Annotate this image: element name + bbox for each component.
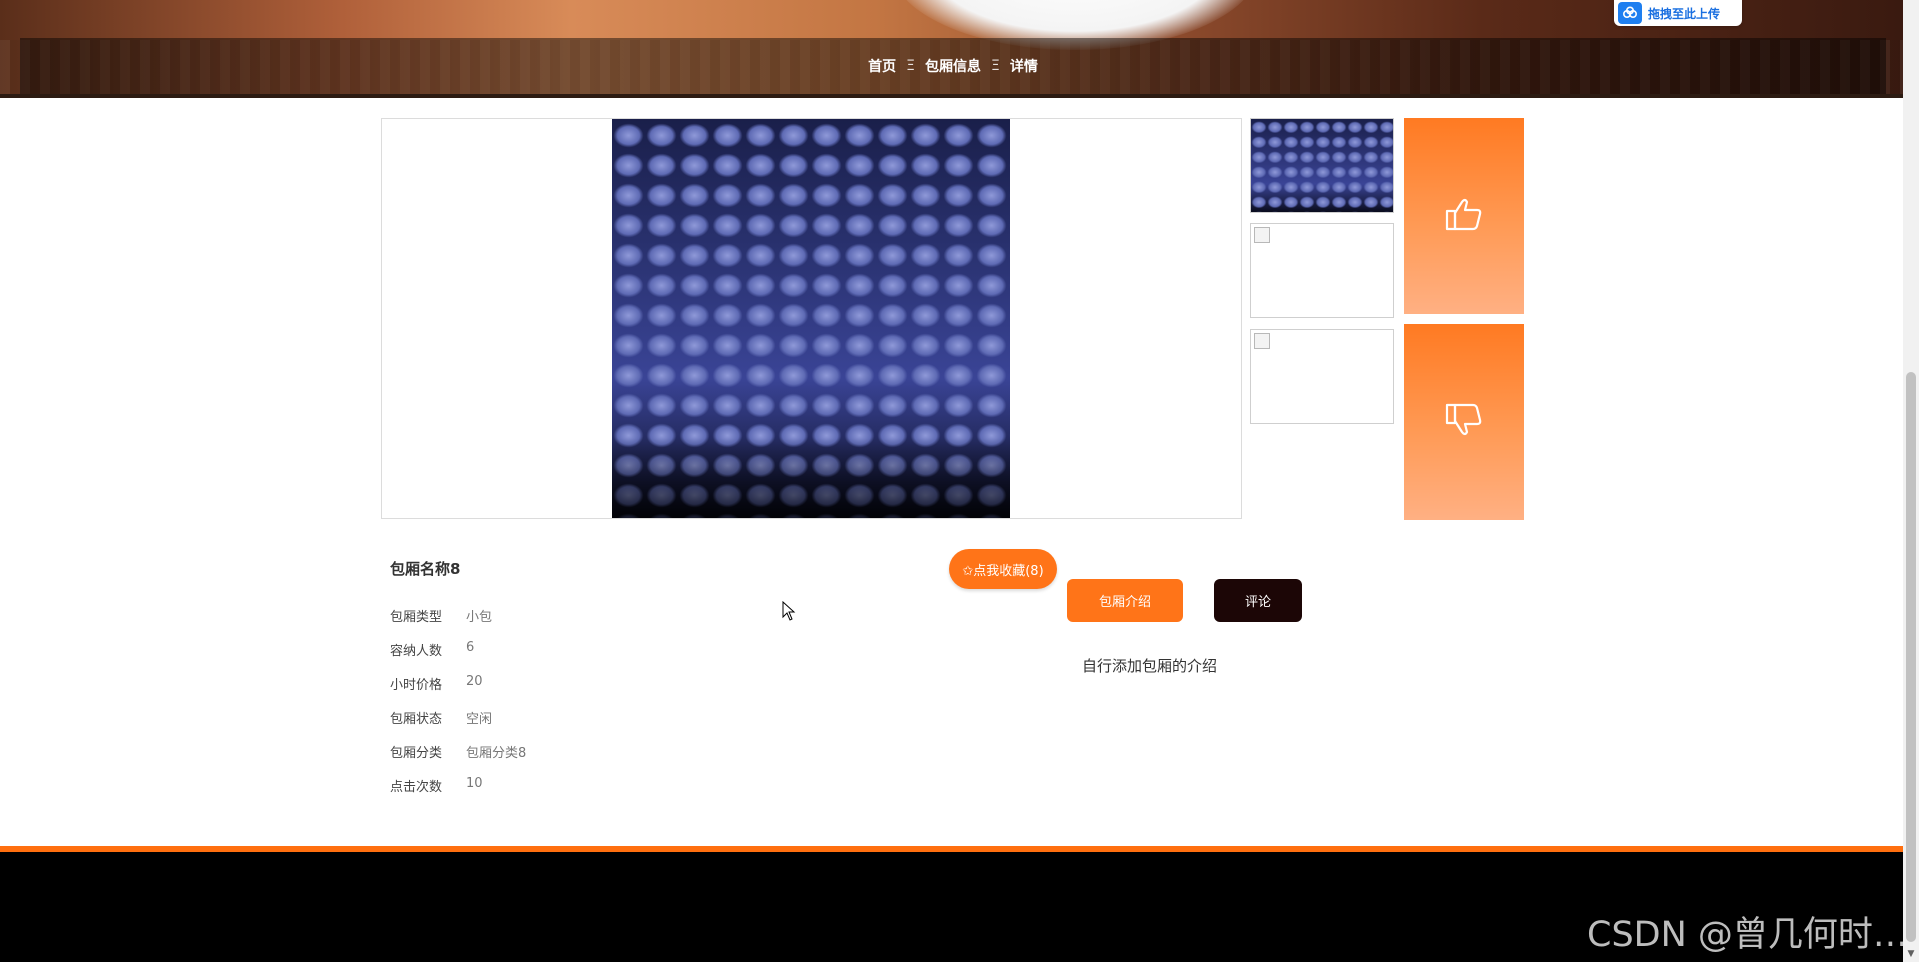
info-value: 包厢分类8	[466, 746, 527, 761]
scroll-down-arrow-icon[interactable]: ▼	[1903, 946, 1919, 962]
breadcrumb-room-info[interactable]: 包厢信息	[925, 56, 981, 76]
info-key: 包厢类型	[390, 610, 443, 625]
info-row-capacity: 容纳人数 6	[390, 640, 474, 659]
tab-comments[interactable]: 评论	[1214, 579, 1302, 622]
thumbs-down-icon	[1443, 399, 1485, 445]
info-value: 10	[466, 776, 483, 791]
room-intro-text: 自行添加包厢的介绍	[1082, 657, 1218, 675]
mouse-cursor-icon	[782, 600, 796, 625]
thumbnail-3[interactable]	[1250, 329, 1394, 424]
breadcrumb-home[interactable]: 首页	[868, 56, 896, 76]
breadcrumb-detail: 详情	[1009, 59, 1038, 75]
broken-image-icon	[1254, 333, 1270, 349]
breadcrumb-separator: Ξ	[991, 58, 1000, 74]
room-title: 包厢名称8	[390, 560, 461, 578]
thumbs-up-icon	[1443, 193, 1485, 239]
main-image-frame	[381, 118, 1242, 519]
info-row-type: 包厢类型 小包	[390, 606, 492, 625]
like-button[interactable]	[1404, 118, 1524, 314]
info-value: 20	[466, 674, 483, 689]
favorite-button[interactable]: ✩点我收藏(8)	[949, 549, 1057, 589]
info-key: 小时价格	[390, 678, 443, 693]
scrollbar-thumb[interactable]	[1906, 372, 1916, 942]
breadcrumb: 首页 Ξ 包厢信息 Ξ 详情	[20, 38, 1886, 94]
info-key: 容纳人数	[390, 644, 443, 659]
breadcrumb-separator: Ξ	[906, 58, 915, 74]
main-image[interactable]	[612, 119, 1010, 518]
info-key: 点击次数	[390, 780, 443, 795]
info-value: 6	[466, 640, 475, 655]
info-row-price: 小时价格 20	[390, 674, 483, 693]
info-value: 小包	[466, 610, 493, 625]
cloud-upload-icon	[1618, 2, 1642, 24]
upload-label: 拖拽至此上传	[1648, 6, 1721, 21]
watermark: CSDN @曾几何时…	[1587, 915, 1908, 955]
info-key: 包厢状态	[390, 712, 443, 727]
broken-image-icon	[1254, 227, 1270, 243]
info-row-category: 包厢分类 包厢分类8	[390, 742, 526, 761]
info-row-status: 包厢状态 空闲	[390, 708, 492, 727]
upload-drop-button[interactable]: 拖拽至此上传	[1614, 0, 1742, 26]
info-value: 空闲	[466, 712, 493, 727]
info-row-clicks: 点击次数 10	[390, 776, 483, 795]
info-key: 包厢分类	[390, 746, 443, 761]
thumbnail-1[interactable]	[1250, 118, 1394, 213]
thumbnail-2[interactable]	[1250, 223, 1394, 318]
banner-divider	[0, 94, 1903, 98]
dislike-button[interactable]	[1404, 324, 1524, 520]
tab-room-intro[interactable]: 包厢介绍	[1067, 579, 1183, 622]
